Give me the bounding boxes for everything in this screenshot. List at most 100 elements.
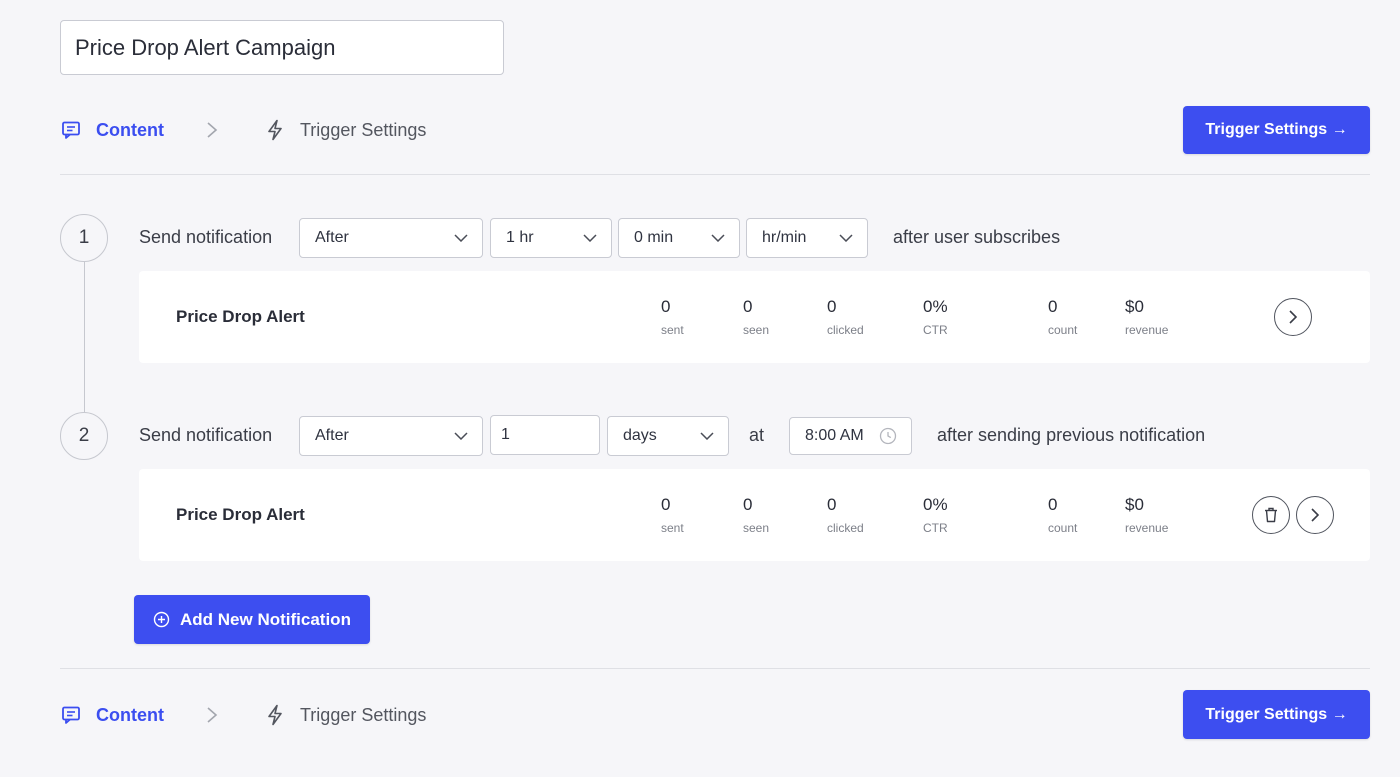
stat-count-label: count xyxy=(1048,323,1078,337)
stat-revenue-value: $0 xyxy=(1125,297,1144,316)
notification-card-1[interactable]: Price Drop Alert 0 sent 0 seen 0 clicked… xyxy=(139,271,1370,363)
stat-ctr-label: CTR xyxy=(923,521,948,535)
stat-count-value: 0 xyxy=(1048,495,1058,514)
step-trigger-settings[interactable]: Trigger Settings xyxy=(264,704,426,726)
chevron-right-icon xyxy=(1289,310,1298,324)
chevron-down-icon xyxy=(454,432,468,440)
step-navigation-bottom: Content Trigger Settings xyxy=(60,700,426,730)
notification-card-2[interactable]: Price Drop Alert 0 sent 0 seen 0 clicked… xyxy=(139,469,1370,561)
stat-revenue-label: revenue xyxy=(1125,323,1169,337)
stat-count: 0 count xyxy=(1048,495,1077,536)
stat-count-label: count xyxy=(1048,521,1078,535)
campaign-name-input[interactable]: Price Drop Alert Campaign xyxy=(60,20,504,75)
stat-seen: 0 seen xyxy=(743,297,769,338)
add-notification-button[interactable]: Add New Notification xyxy=(134,595,370,644)
stat-sent-label: sent xyxy=(661,323,684,337)
divider-bottom xyxy=(60,668,1370,669)
stat-revenue: $0 revenue xyxy=(1125,297,1168,338)
step-content[interactable]: Content xyxy=(60,704,164,726)
stat-seen-label: seen xyxy=(743,323,770,337)
send-notification-label-1: Send notification xyxy=(139,227,273,247)
chevron-right-icon xyxy=(206,120,220,140)
time-picker-2[interactable]: 8:00 AM xyxy=(789,417,912,455)
minutes-select-1[interactable]: 0 min xyxy=(618,218,740,258)
step-number-1: 1 xyxy=(60,214,108,262)
divider-top xyxy=(60,174,1370,175)
delete-notification-button[interactable] xyxy=(1252,496,1290,534)
clock-icon xyxy=(879,427,897,445)
stat-seen: 0 seen xyxy=(743,495,769,536)
step-trigger-label: Trigger Settings xyxy=(299,119,427,140)
chevron-down-icon xyxy=(839,234,853,242)
lightning-icon xyxy=(264,704,286,726)
stat-seen-value: 0 xyxy=(743,297,753,316)
unit-select-1[interactable]: hr/min xyxy=(746,218,868,258)
stat-ctr-value: 0% xyxy=(923,297,948,316)
stat-sent: 0 sent xyxy=(661,495,684,536)
stat-clicked-label: clicked xyxy=(827,323,864,337)
step-navigation-top: Content Trigger Settings xyxy=(60,115,426,145)
chevron-down-icon xyxy=(700,432,714,440)
stat-sent-value: 0 xyxy=(661,297,671,316)
stat-ctr: 0% CTR xyxy=(923,297,948,338)
stat-clicked: 0 clicked xyxy=(827,297,864,338)
stat-revenue-label: revenue xyxy=(1125,521,1169,535)
stat-seen-label: seen xyxy=(743,521,770,535)
stat-clicked-value: 0 xyxy=(827,495,837,514)
step-content-label: Content xyxy=(96,704,164,725)
at-label: at xyxy=(749,425,765,445)
stat-ctr: 0% CTR xyxy=(923,495,948,536)
chevron-down-icon xyxy=(711,234,725,242)
stat-ctr-label: CTR xyxy=(923,323,948,337)
open-notification-button[interactable] xyxy=(1296,496,1334,534)
notification-name: Price Drop Alert xyxy=(176,505,305,524)
timeline-connector xyxy=(84,262,85,412)
stat-count: 0 count xyxy=(1048,297,1077,338)
chevron-down-icon xyxy=(583,234,597,242)
timing-select-1[interactable]: After xyxy=(299,218,483,258)
chevron-right-icon xyxy=(1311,508,1320,522)
step-trigger-settings[interactable]: Trigger Settings xyxy=(264,119,426,141)
stat-sent: 0 sent xyxy=(661,297,684,338)
stat-clicked-label: clicked xyxy=(827,521,864,535)
timing-select-2[interactable]: After xyxy=(299,416,483,456)
step-content[interactable]: Content xyxy=(60,119,164,141)
step-number-2: 2 xyxy=(60,412,108,460)
chevron-right-icon xyxy=(206,705,220,725)
step-2-suffix: after sending previous notification xyxy=(937,425,1206,445)
stat-clicked-value: 0 xyxy=(827,297,837,316)
stat-sent-value: 0 xyxy=(661,495,671,514)
step-1-suffix: after user subscribes xyxy=(893,227,1061,247)
message-square-icon xyxy=(60,704,82,726)
notification-name: Price Drop Alert xyxy=(176,307,305,326)
chevron-down-icon xyxy=(454,234,468,242)
stat-ctr-value: 0% xyxy=(923,495,948,514)
timing-select-2-value: After xyxy=(315,427,349,444)
send-notification-label-2: Send notification xyxy=(139,425,273,445)
hours-select-1[interactable]: 1 hr xyxy=(490,218,612,258)
stat-sent-label: sent xyxy=(661,521,684,535)
lightning-icon xyxy=(264,119,286,141)
minutes-select-1-value: 0 min xyxy=(634,229,674,246)
step-content-label: Content xyxy=(96,119,164,140)
stat-seen-value: 0 xyxy=(743,495,753,514)
trigger-settings-button-bottom[interactable]: Trigger Settings → xyxy=(1183,690,1370,739)
hours-select-1-value: 1 hr xyxy=(506,229,534,246)
add-notification-label: Add New Notification xyxy=(180,609,351,629)
stat-revenue: $0 revenue xyxy=(1125,495,1168,536)
message-square-icon xyxy=(60,119,82,141)
stat-count-value: 0 xyxy=(1048,297,1058,316)
open-notification-button[interactable] xyxy=(1274,298,1312,336)
unit-select-1-value: hr/min xyxy=(762,229,807,246)
unit-select-2-value: days xyxy=(623,427,657,444)
amount-input-2[interactable]: 1 xyxy=(490,415,600,455)
time-picker-2-value: 8:00 AM xyxy=(805,427,864,444)
step-trigger-label: Trigger Settings xyxy=(299,704,427,725)
timing-select-1-value: After xyxy=(315,229,349,246)
trigger-settings-button-top[interactable]: Trigger Settings → xyxy=(1183,106,1370,154)
stat-revenue-value: $0 xyxy=(1125,495,1144,514)
stat-clicked: 0 clicked xyxy=(827,495,864,536)
unit-select-2[interactable]: days xyxy=(607,416,729,456)
plus-circle-icon xyxy=(153,611,170,628)
trash-icon xyxy=(1265,507,1277,523)
